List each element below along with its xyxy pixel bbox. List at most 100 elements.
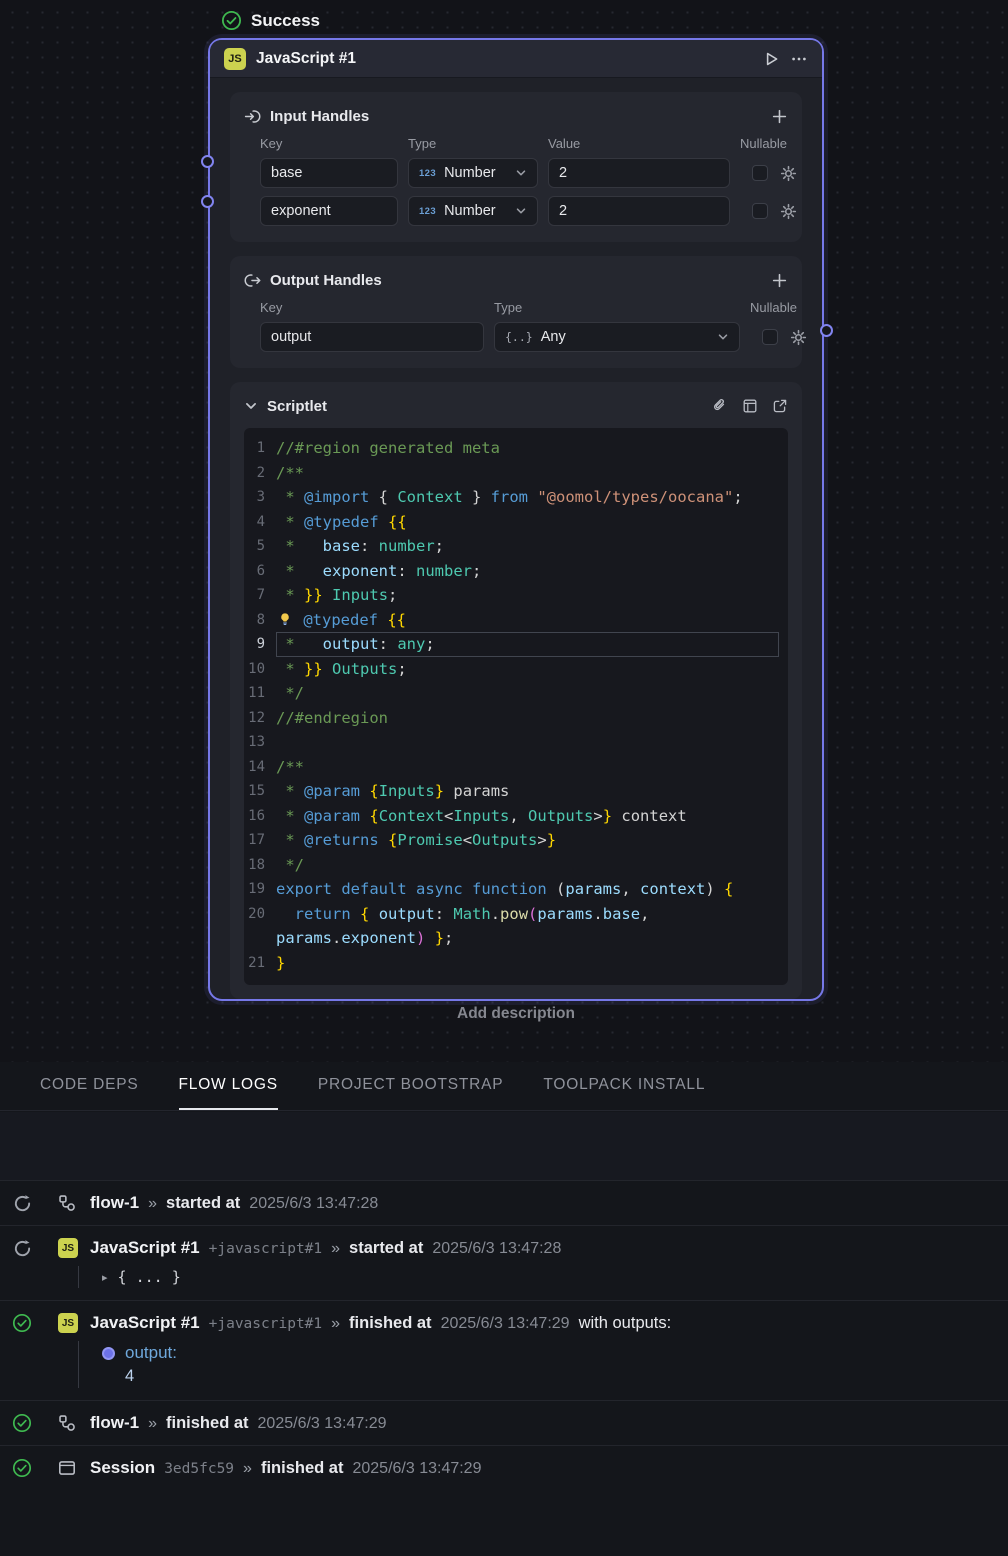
handle-key-input[interactable]: output [260, 322, 484, 352]
open-external-icon[interactable] [772, 398, 788, 414]
log-type-cell: JS [58, 1313, 78, 1333]
output-entry[interactable]: output: [102, 1343, 992, 1363]
add-output-handle-icon[interactable] [771, 272, 788, 289]
output-port-output[interactable] [820, 324, 833, 337]
gear-icon[interactable] [790, 329, 807, 346]
input-handles-columns: Key Type Value Nullable [260, 136, 788, 151]
line-number: 17 [244, 828, 276, 853]
tab-toolpack-install[interactable]: TOOLPACK INSTALL [543, 1062, 705, 1110]
code-line[interactable]: 15 * @param {Inputs} params [244, 779, 784, 804]
nullable-checkbox[interactable] [762, 329, 778, 345]
input-port-base[interactable] [201, 155, 214, 168]
code-line[interactable]: 12//#endregion [244, 706, 784, 731]
code-line[interactable]: 13 [244, 730, 784, 755]
line-number: 2 [244, 461, 276, 486]
collapse-chevron-icon[interactable] [244, 399, 258, 413]
handle-type-select[interactable]: {..}Any [494, 322, 740, 352]
handle-value-input[interactable]: 2 [548, 196, 730, 226]
node-title: JavaScript #1 [256, 50, 356, 68]
nullable-checkbox[interactable] [752, 203, 768, 219]
handle-type-select[interactable]: 123Number [408, 158, 538, 188]
code-line[interactable]: 3 * @import { Context } from "@oomol/typ… [244, 485, 784, 510]
log-title: flow-1 [90, 1193, 139, 1213]
code-text: params.exponent) }; [276, 926, 779, 951]
code-line[interactable]: 18 */ [244, 853, 784, 878]
gear-icon[interactable] [780, 165, 797, 182]
code-line[interactable]: 20 return { output: Math.pow(params.base… [244, 902, 784, 927]
tab-code-deps[interactable]: CODE DEPS [40, 1062, 139, 1110]
log-row[interactable]: flow-1»started at2025/6/3 13:47:28 [0, 1180, 1008, 1225]
code-line[interactable]: 7 * }} Inputs; [244, 583, 784, 608]
attachment-icon[interactable] [712, 398, 728, 414]
log-node-id: +javascript#1 [209, 1241, 323, 1257]
code-line[interactable]: 10 * }} Outputs; [244, 657, 784, 682]
log-row[interactable]: flow-1»finished at2025/6/3 13:47:29 [0, 1400, 1008, 1445]
code-line[interactable]: 1//#region generated meta [244, 436, 784, 461]
handle-value-input[interactable]: 2 [548, 158, 730, 188]
input-port-exponent[interactable] [201, 195, 214, 208]
line-number: 14 [244, 755, 276, 780]
handle-key-input[interactable]: base [260, 158, 398, 188]
log-separator: » [331, 1240, 340, 1258]
code-line[interactable]: params.exponent) }; [244, 926, 784, 951]
code-line[interactable]: 14/** [244, 755, 784, 780]
code-line[interactable]: 19export default async function (params,… [244, 877, 784, 902]
code-line[interactable]: 8 @typedef {{ [244, 608, 784, 633]
gear-icon[interactable] [780, 203, 797, 220]
handle-type-select[interactable]: 123Number [408, 196, 538, 226]
input-handles-panel: Input Handles Key Type Value Nullable ba… [230, 92, 802, 242]
tab-flow-logs[interactable]: FLOW LOGS [179, 1062, 278, 1110]
code-editor[interactable]: 1//#region generated meta2/**3 * @import… [244, 428, 788, 985]
log-row[interactable]: JSJavaScript #1+javascript#1»finished at… [0, 1300, 1008, 1400]
lightbulb-icon[interactable] [276, 611, 294, 627]
log-row[interactable]: JSJavaScript #1+javascript#1»started at2… [0, 1225, 1008, 1300]
more-options-icon[interactable] [790, 50, 808, 68]
log-entry: Session3ed5fc59»finished at2025/6/3 13:4… [12, 1458, 992, 1478]
code-text: * @typedef {{ [276, 510, 779, 535]
code-line[interactable]: 6 * exponent: number; [244, 559, 784, 584]
code-line[interactable]: 17 * @returns {Promise<Outputs>} [244, 828, 784, 853]
notebook-icon[interactable] [742, 398, 758, 414]
log-type-cell [58, 1459, 78, 1477]
scriptlet-title: Scriptlet [267, 398, 327, 415]
node-card-javascript-1[interactable]: JS JavaScript #1 Input Handles Key Type … [208, 38, 824, 1001]
handle-type-label: Number [444, 203, 507, 219]
output-handles-title: Output Handles [270, 272, 382, 289]
log-entry: JSJavaScript #1+javascript#1»started at2… [12, 1238, 992, 1258]
log-separator: » [148, 1415, 157, 1433]
add-input-handle-icon[interactable] [771, 108, 788, 125]
add-description-button[interactable]: Add description [208, 1005, 824, 1023]
handle-key-input[interactable]: exponent [260, 196, 398, 226]
collapsed-object-expander[interactable]: ▸{ ... } [102, 1268, 992, 1286]
expand-arrow-icon: ▸ [102, 1271, 108, 1284]
log-event: finished at [349, 1314, 432, 1333]
log-timestamp: 2025/6/3 13:47:28 [249, 1195, 378, 1213]
code-line[interactable]: 2/** [244, 461, 784, 486]
code-text: * @returns {Promise<Outputs>} [276, 828, 779, 853]
code-line[interactable]: 4 * @typedef {{ [244, 510, 784, 535]
input-handle-row: exponent 123Number 2 [260, 196, 788, 226]
status-badge: Success [221, 10, 320, 31]
tab-project-bootstrap[interactable]: PROJECT BOOTSTRAP [318, 1062, 504, 1110]
log-suffix: with outputs: [579, 1314, 672, 1333]
code-line[interactable]: 9 * output: any; [244, 632, 784, 657]
line-number: 5 [244, 534, 276, 559]
code-line[interactable]: 21} [244, 951, 784, 976]
output-handle-row: output {..}Any [260, 322, 788, 352]
code-text: * @import { Context } from "@oomol/types… [276, 485, 779, 510]
code-line[interactable]: 11 */ [244, 681, 784, 706]
log-row[interactable]: Session3ed5fc59»finished at2025/6/3 13:4… [0, 1445, 1008, 1490]
line-number: 6 [244, 559, 276, 584]
input-handles-icon [244, 108, 261, 125]
nullable-checkbox[interactable] [752, 165, 768, 181]
code-line[interactable]: 5 * base: number; [244, 534, 784, 559]
log-node-id: +javascript#1 [209, 1316, 323, 1332]
code-line[interactable]: 16 * @param {Context<Inputs, Outputs>} c… [244, 804, 784, 829]
check-circle-icon [12, 1458, 32, 1478]
output-handles-icon [244, 272, 261, 289]
flow-canvas[interactable]: Success JS JavaScript #1 Input Handles K… [0, 0, 1008, 1062]
line-number: 1 [244, 436, 276, 461]
line-number: 8 [244, 608, 276, 633]
run-node-icon[interactable] [762, 50, 780, 68]
output-handles-columns: Key Type Nullable [260, 300, 788, 315]
